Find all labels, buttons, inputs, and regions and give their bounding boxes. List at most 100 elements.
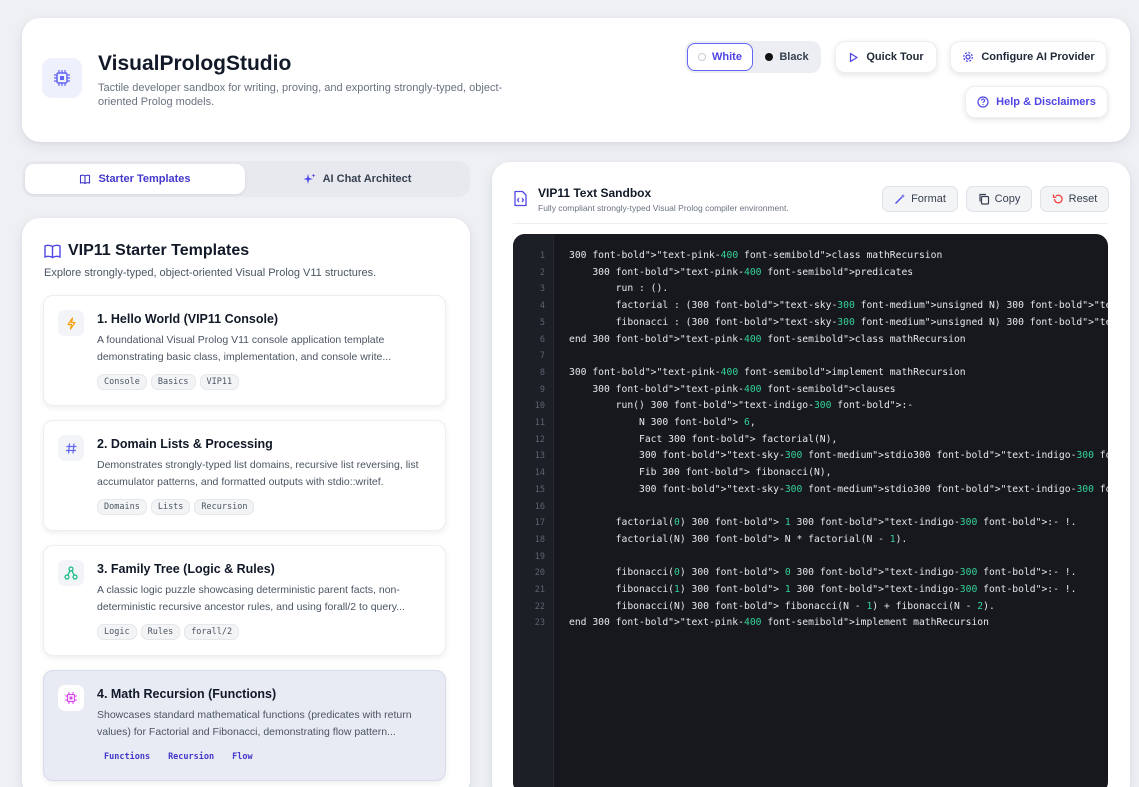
templates-panel: VIP11 Starter Templates Explore strongly…	[22, 218, 470, 787]
code-line: 300 font-bold">"text-sky-300 font-medium…	[569, 450, 1108, 462]
book-icon	[80, 174, 91, 185]
help-label: Help & Disclaimers	[996, 96, 1096, 108]
template-title: 1. Hello World (VIP11 Console)	[97, 312, 279, 326]
template-description: Demonstrates strongly-typed list domains…	[97, 459, 419, 488]
code-line: 300 font-bold">"text-pink-400 font-semib…	[569, 366, 966, 378]
tag: Basics	[150, 374, 196, 390]
theme-black-label: Black	[779, 51, 809, 63]
code-file-icon	[514, 190, 527, 207]
black-dot-icon	[765, 53, 774, 61]
quick-tour-label: Quick Tour	[866, 51, 924, 63]
template-title: 2. Domain Lists & Processing	[97, 437, 273, 451]
tag: Lists	[150, 499, 191, 515]
line-number: 20	[534, 568, 545, 579]
template-description: A classic logic puzzle showcasing determ…	[97, 584, 405, 613]
template-description: A foundational Visual Prolog V11 console…	[97, 334, 392, 363]
tag: Console	[97, 374, 147, 390]
copy-label: Copy	[994, 193, 1021, 205]
line-number: 2	[539, 267, 545, 278]
template-card-family-tree[interactable]: 3. Family Tree (Logic & Rules) A classic…	[43, 545, 446, 656]
reset-button[interactable]: Reset	[1040, 186, 1109, 212]
play-icon	[850, 52, 859, 62]
templates-title: VIP11 Starter Templates	[44, 242, 249, 260]
reset-label: Reset	[1068, 193, 1098, 205]
sandbox-title: VIP11 Text Sandbox	[538, 186, 652, 200]
theme-white-button[interactable]: White	[687, 43, 753, 71]
copy-button[interactable]: Copy	[966, 186, 1032, 212]
sandbox-panel: VIP11 Text Sandbox Fully compliant stron…	[492, 162, 1130, 787]
line-number: 3	[539, 284, 545, 295]
line-number: 19	[534, 551, 545, 562]
tag: forall/2	[184, 624, 240, 640]
line-number: 4	[539, 301, 545, 312]
tag: Domains	[97, 499, 147, 515]
line-number: 11	[534, 418, 545, 428]
reset-icon	[1052, 194, 1063, 204]
tab-starter-templates[interactable]: Starter Templates	[25, 164, 245, 194]
code-line: end 300 font-bold">"text-pink-400 font-s…	[569, 617, 989, 629]
white-dot-icon	[698, 53, 707, 61]
sparkles-icon	[303, 173, 316, 184]
template-tags: Logic Rules forall/2	[97, 624, 240, 640]
copy-icon	[979, 193, 989, 205]
line-number: 8	[539, 367, 545, 378]
template-card-math-recursion[interactable]: 4. Math Recursion (Functions) Showcases …	[43, 670, 446, 781]
code-line: fibonacci : (300 font-bold">"text-sky-30…	[569, 316, 1108, 328]
help-circle-icon	[977, 96, 989, 108]
line-number-gutter: 1 2 3 4 5 6 7 8 9 10 11 12 13 14 15 16 17 18 19 20 21 22 23	[513, 234, 554, 787]
tag: Flow	[232, 752, 253, 762]
code-line: fibonacci(N) 300 font-bold"> fibonacci(N…	[569, 600, 995, 612]
chip-icon	[58, 685, 84, 711]
line-number: 6	[539, 334, 545, 345]
divider	[513, 223, 1108, 224]
sandbox-subtitle: Fully compliant strongly-typed Visual Pr…	[538, 203, 789, 213]
panel-tabs: Starter Templates AI Chat Architect	[22, 161, 470, 197]
code-line: run : ().	[569, 283, 669, 295]
hierarchy-icon	[58, 560, 84, 586]
tab-ai-chat-architect[interactable]: AI Chat Architect	[247, 164, 467, 194]
line-number: 1	[539, 251, 545, 261]
line-number: 15	[534, 484, 545, 495]
line-number: 18	[534, 534, 545, 545]
line-number: 7	[539, 351, 545, 362]
line-number: 10	[534, 401, 545, 412]
template-tags: Domains Lists Recursion	[97, 499, 255, 515]
format-label: Format	[911, 193, 946, 205]
line-number: 23	[534, 618, 545, 629]
magic-wand-icon	[895, 194, 906, 204]
code-editor[interactable]: 1 2 3 4 5 6 7 8 9 10 11 12 13 14 15 16 17 18 19 20 21 22 23 30…	[513, 234, 1108, 787]
line-number: 12	[534, 434, 545, 445]
book-open-icon	[44, 244, 61, 258]
theme-black-button[interactable]: Black	[755, 43, 819, 71]
template-title: 4. Math Recursion (Functions)	[97, 687, 277, 701]
format-button[interactable]: Format	[882, 186, 958, 212]
help-button[interactable]: Help & Disclaimers	[965, 86, 1108, 118]
line-number: 5	[539, 317, 545, 328]
lightning-icon	[58, 310, 84, 336]
template-card-hello-world[interactable]: 1. Hello World (VIP11 Console) A foundat…	[43, 295, 446, 406]
quick-tour-button[interactable]: Quick Tour	[835, 41, 937, 73]
template-tags: Console Basics VIP11	[97, 374, 240, 390]
code-line: fibonacci(0) 300 font-bold"> 0 300 font-…	[569, 567, 1077, 579]
hash-icon	[58, 435, 84, 461]
tag: VIP11	[199, 374, 240, 390]
gear-icon	[963, 52, 974, 62]
tag: Rules	[140, 624, 181, 640]
code-line: run() 300 font-bold">"text-indigo-300 fo…	[569, 400, 914, 412]
code-line: factorial(0) 300 font-bold"> 1 300 font-…	[569, 517, 1077, 529]
code-line: 300 font-bold">"text-pink-400 font-semib…	[569, 266, 914, 278]
line-number: 9	[539, 384, 545, 395]
chip-icon	[42, 58, 82, 98]
template-card-domain-lists[interactable]: 2. Domain Lists & Processing Demonstrate…	[43, 420, 446, 531]
tag: Functions	[104, 752, 151, 762]
line-number: 21	[534, 585, 545, 595]
configure-ai-button[interactable]: Configure AI Provider	[950, 41, 1107, 73]
code-line: Fib 300 font-bold"> fibonacci(N),	[569, 467, 832, 479]
templates-title-text: VIP11 Starter Templates	[68, 242, 250, 259]
code-line: N 300 font-bold"> 6,	[569, 417, 756, 428]
code-line: 300 font-bold">"text-pink-400 font-semib…	[569, 250, 943, 261]
line-number: 17	[534, 518, 545, 529]
line-number: 14	[534, 468, 545, 479]
theme-switcher: White Black	[685, 41, 821, 73]
code-line: fibonacci(1) 300 font-bold"> 1 300 font-…	[569, 584, 1077, 595]
